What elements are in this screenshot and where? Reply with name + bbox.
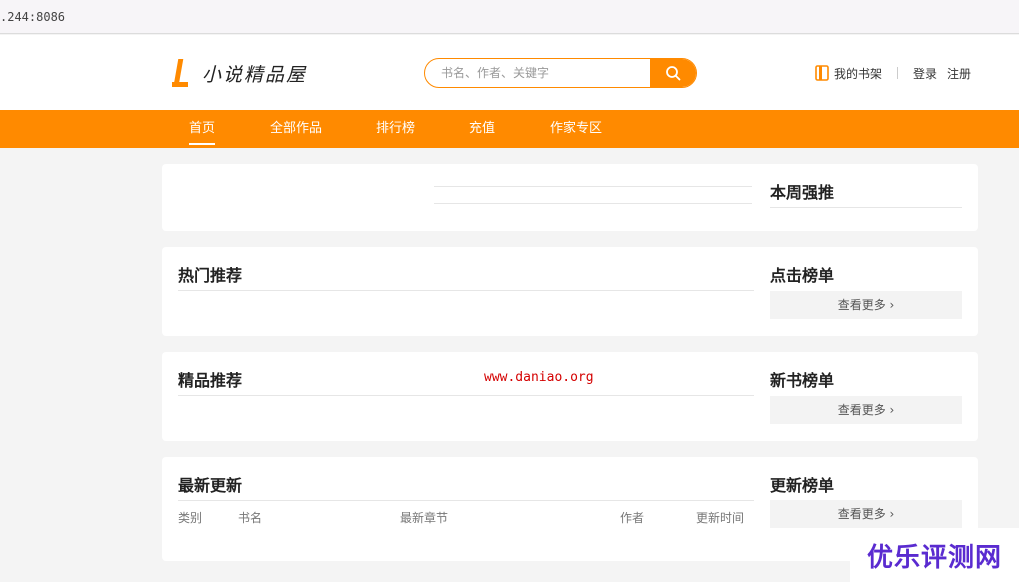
logo-text: 小说精品屋 — [202, 63, 308, 86]
site-logo[interactable]: 小说精品屋 — [172, 56, 307, 90]
hot-panel: 热门推荐 点击榜单 查看更多 › — [162, 247, 978, 336]
nav-item-author-zone[interactable]: 作家专区 — [550, 110, 602, 148]
watermark-url: www.daniao.org — [484, 370, 594, 385]
section-divider — [178, 290, 754, 291]
bookshelf-icon — [815, 65, 829, 81]
main-nav: 首页 全部作品 排行榜 充值 作家专区 — [0, 110, 1019, 148]
register-link[interactable]: 注册 — [947, 65, 971, 82]
site-header: 小说精品屋 我的书架 登录 注册 — [0, 35, 1019, 110]
user-links: 我的书架 登录 注册 — [815, 64, 971, 82]
click-rank-title: 点击榜单 — [770, 266, 835, 285]
browser-address-bar[interactable]: .244:8086 — [0, 0, 1019, 34]
logo-mark-icon — [172, 57, 192, 89]
nav-item-home[interactable]: 首页 — [189, 110, 216, 148]
column-header-category: 类别 — [178, 511, 203, 525]
address-text: .244:8086 — [0, 10, 66, 24]
section-divider — [770, 207, 962, 208]
section-divider — [178, 395, 754, 396]
search-icon — [666, 66, 681, 81]
search-box — [424, 58, 697, 88]
update-rank-title: 更新榜单 — [770, 476, 835, 495]
hot-recommend-title: 热门推荐 — [178, 266, 243, 285]
my-bookshelf-link[interactable]: 我的书架 — [834, 65, 882, 82]
search-input[interactable] — [425, 59, 653, 87]
new-book-rank-title: 新书榜单 — [770, 371, 835, 390]
nav-item-all-works[interactable]: 全部作品 — [270, 110, 322, 148]
nav-item-recharge[interactable]: 充值 — [469, 110, 495, 148]
column-header-latest-chapter: 最新章节 — [400, 511, 449, 525]
featured-recommend-title: 精品推荐 — [178, 371, 243, 390]
corner-watermark-logo: 优乐评测网 — [850, 528, 1019, 582]
view-more-button[interactable]: 查看更多 › — [770, 396, 962, 424]
view-more-button[interactable]: 查看更多 › — [770, 500, 962, 528]
column-header-author: 作者 — [620, 511, 645, 525]
weekly-recommend-title: 本周强推 — [770, 183, 835, 202]
column-header-title: 书名 — [238, 511, 263, 525]
weekly-panel: 本周强推 — [162, 164, 978, 231]
section-divider — [178, 500, 754, 501]
divider — [897, 67, 899, 79]
carousel-divider — [434, 186, 752, 187]
login-link[interactable]: 登录 — [913, 65, 937, 82]
featured-panel: 精品推荐 新书榜单 查看更多 › — [162, 352, 978, 441]
carousel-divider — [434, 203, 752, 204]
search-button[interactable] — [650, 59, 696, 87]
column-header-update-time: 更新时间 — [696, 511, 745, 525]
latest-updates-title: 最新更新 — [178, 476, 243, 495]
nav-item-rankings[interactable]: 排行榜 — [376, 110, 415, 148]
view-more-button[interactable]: 查看更多 › — [770, 291, 962, 319]
